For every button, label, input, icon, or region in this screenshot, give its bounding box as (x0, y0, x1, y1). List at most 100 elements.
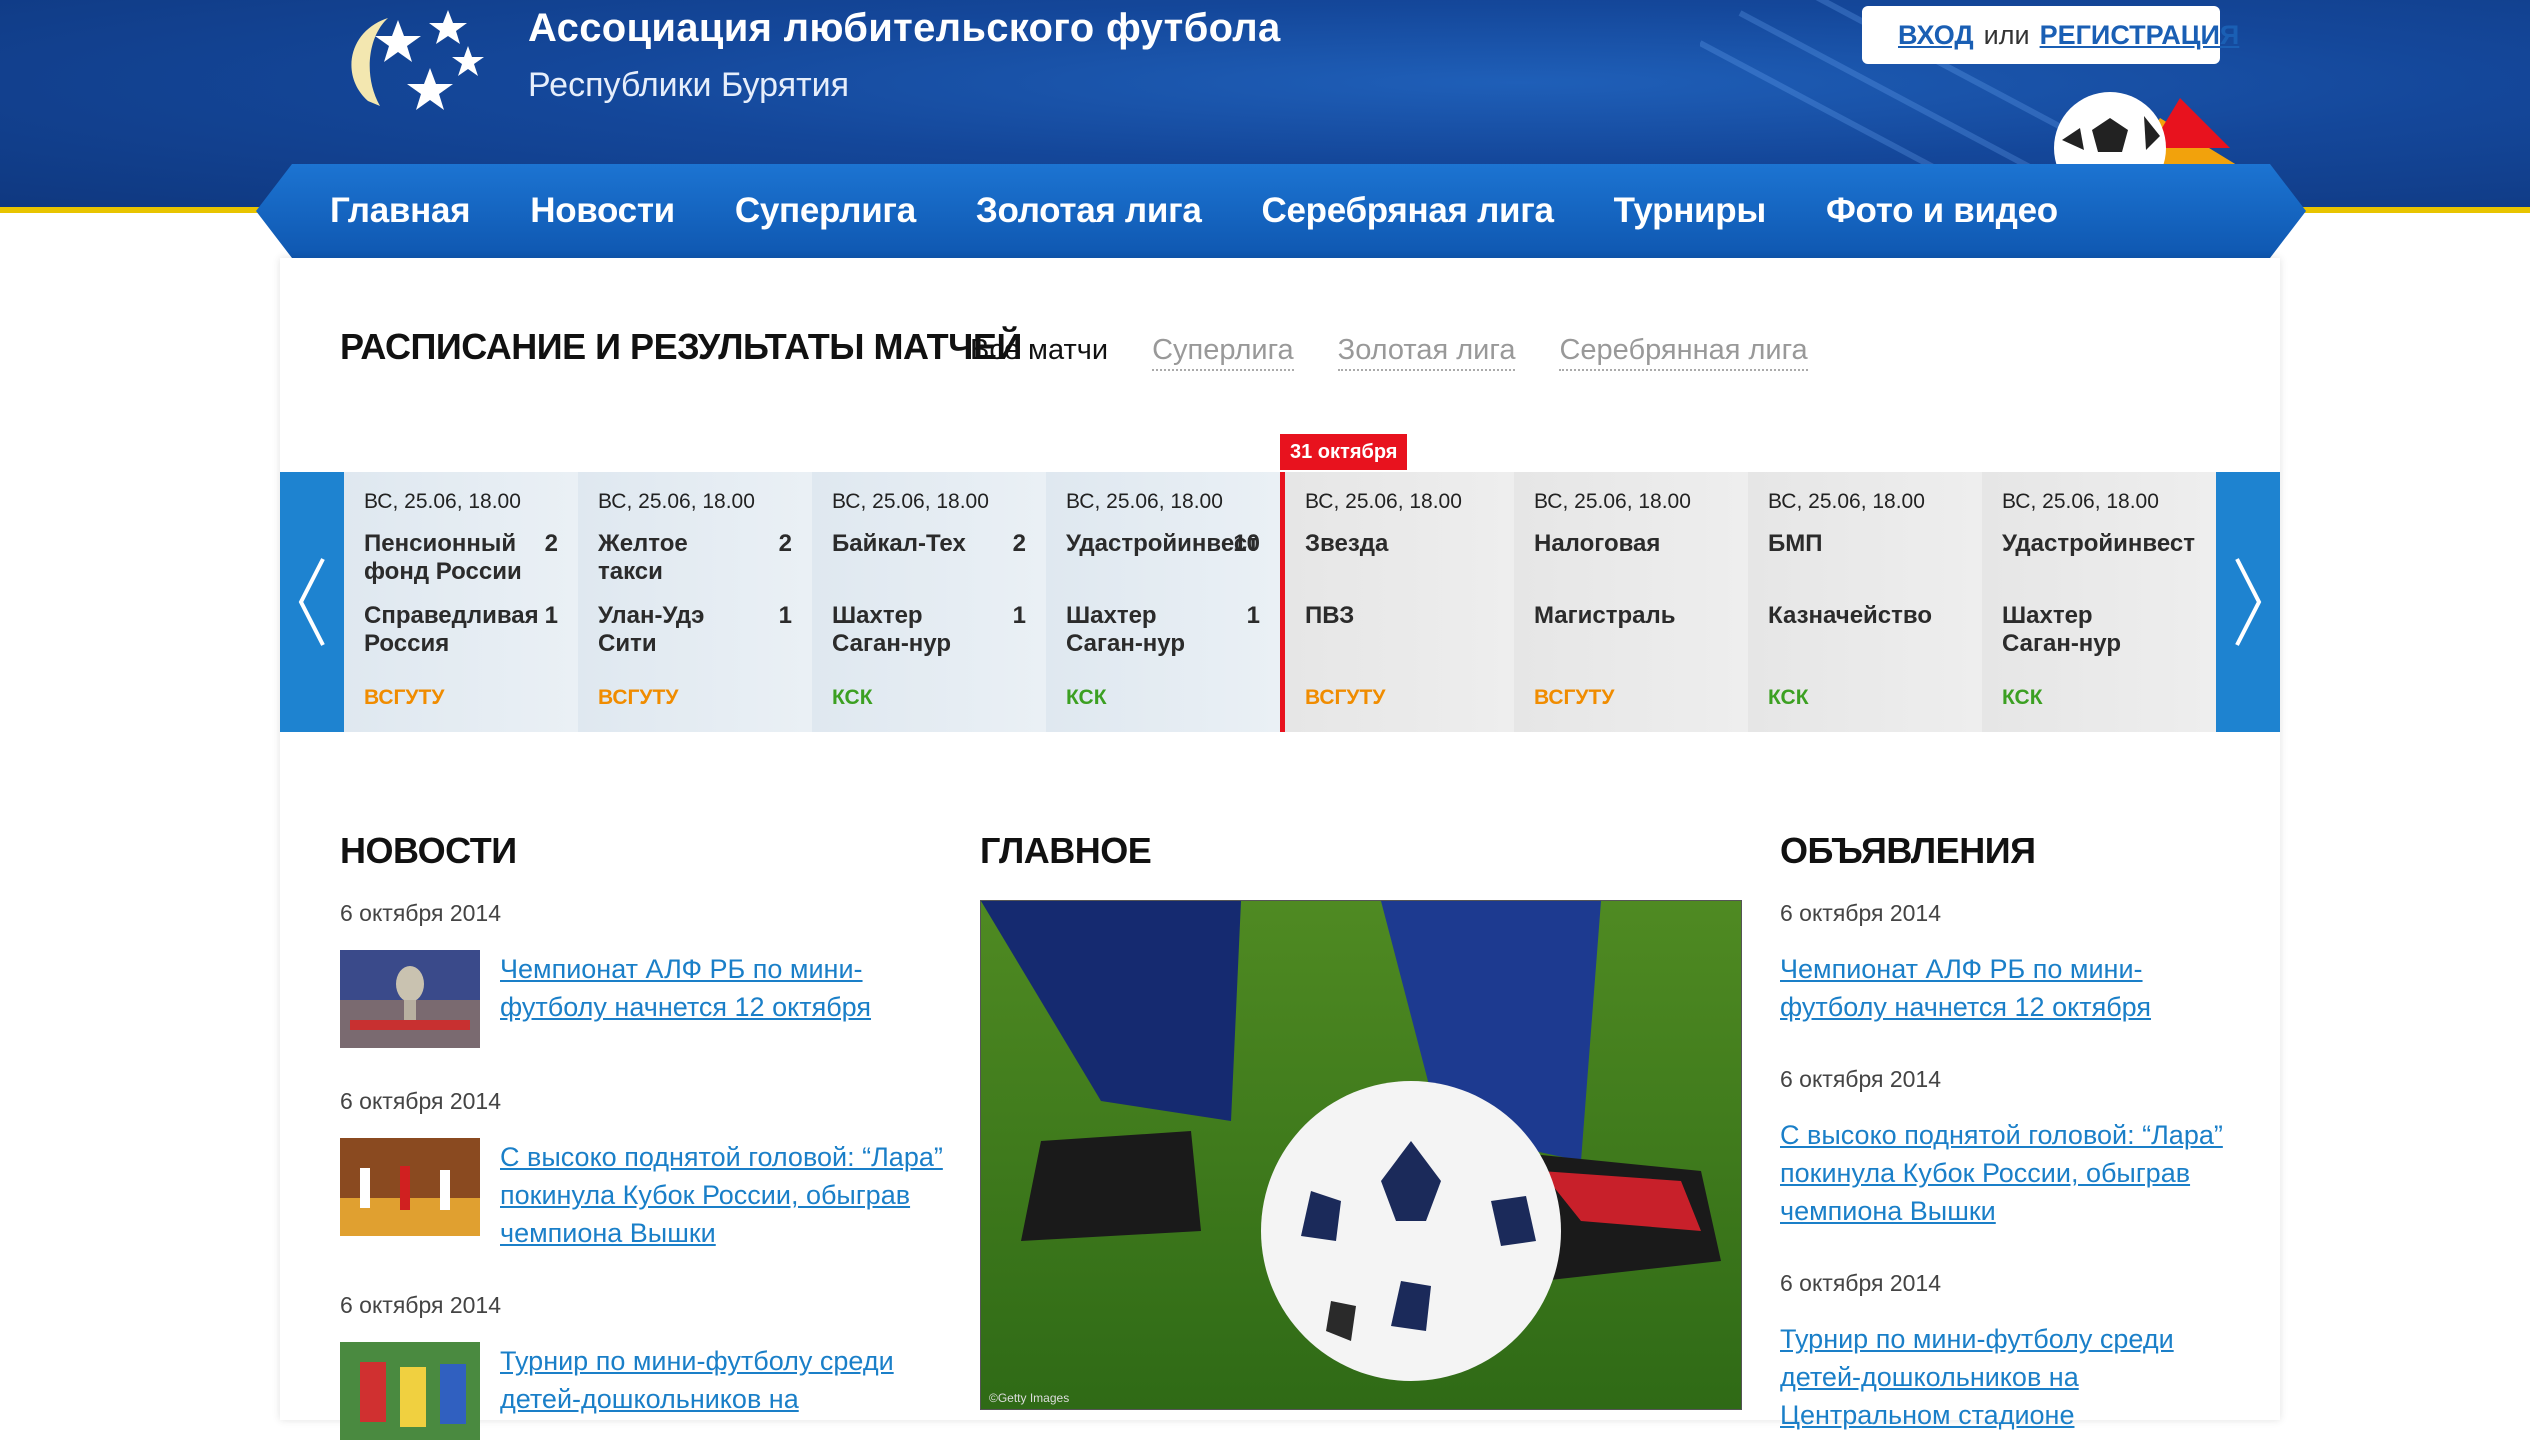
home-team-row: Удастройинвест (2002, 530, 2196, 602)
away-team-row: Улан-Удэ Сити 1 (598, 602, 792, 674)
home-team: БМП (1768, 530, 1823, 557)
match-card[interactable]: ВС, 25.06, 18.00 Пенсионный фонд России 2 С… (344, 472, 578, 732)
football-photo-image (981, 901, 1741, 1409)
match-datetime: ВС, 25.06, 18.00 (598, 490, 755, 513)
home-team-row: Звезда (1305, 530, 1494, 602)
filter-all[interactable]: Все матчи (970, 334, 1108, 371)
home-score: 10 (1233, 530, 1260, 557)
ad-link[interactable]: Турнир по мини-футболу среди детей-дошкол… (1780, 1320, 2174, 1434)
filter-superleague[interactable]: Суперлига (1152, 334, 1294, 371)
login-box: ВХОД или РЕГИСТРАЦИЯ (1862, 6, 2239, 64)
match-venue[interactable]: КСК (1768, 686, 1809, 710)
ad-link[interactable]: С высоко поднятой головой: “Лара” покинул… (1780, 1116, 2223, 1230)
site-title[interactable]: Ассоциация любительского футбола (528, 6, 1281, 51)
news-thumb-trophy[interactable] (340, 950, 480, 1048)
ad-date: 6 октября 2014 (1780, 1270, 1941, 1296)
away-team: Казначейство (1768, 602, 1932, 629)
news-link[interactable]: С высоко поднятой головой: “Лара” покинул… (500, 1138, 943, 1252)
away-team-row: ПВЗ (1305, 602, 1494, 674)
news-date: 6 октября 2014 (340, 1088, 501, 1114)
filter-gold-league[interactable]: Золотая лига (1337, 334, 1516, 371)
home-team: Звезда (1305, 530, 1389, 557)
away-score: 1 (544, 602, 558, 629)
news-date: 6 октября 2014 (340, 1292, 501, 1318)
ad-date: 6 октября 2014 (1780, 900, 1941, 926)
away-team-row: Шахтер Саган-нур (2002, 602, 2196, 674)
home-score: 2 (778, 530, 792, 557)
home-team: Пенсионный фонд России (364, 530, 522, 585)
match-venue[interactable]: КСК (1066, 686, 1107, 710)
match-datetime: ВС, 25.06, 18.00 (1534, 490, 1691, 513)
match-datetime: ВС, 25.06, 18.00 (1305, 490, 1462, 513)
match-venue[interactable]: ВСГУТУ (364, 686, 444, 710)
home-team-row: Байкал-Тех 2 (832, 530, 1026, 602)
away-team: Справедливая Россия (364, 602, 539, 657)
match-venue[interactable]: КСК (832, 686, 873, 710)
matches-carousel: ВС, 25.06, 18.00 Пенсионный фонд России 2 С… (280, 472, 2280, 732)
match-card[interactable]: ВС, 25.06, 18.00 БМП Казначейство КСК (1748, 472, 1982, 732)
home-team: Желтое такси (598, 530, 688, 585)
match-card[interactable]: ВС, 25.06, 18.00 Байкал-Тех 2 Шахтер Саган-… (812, 472, 1046, 732)
match-venue[interactable]: ВСГУТУ (1534, 686, 1614, 710)
away-score: 1 (778, 602, 792, 629)
carousel-next-button[interactable] (2216, 472, 2280, 732)
away-team: Шахтер Саган-нур (2002, 602, 2121, 657)
match-cards: ВС, 25.06, 18.00 Пенсионный фонд России 2 С… (344, 472, 2216, 732)
ads-title: ОБЪЯВЛЕНИЯ (1780, 830, 2036, 871)
away-team: Шахтер Саган-нур (1066, 602, 1185, 657)
match-venue[interactable]: ВСГУТУ (1305, 686, 1385, 710)
away-team: Шахтер Саган-нур (832, 602, 951, 657)
news-thumb-kids[interactable] (340, 1342, 480, 1440)
away-score: 1 (1012, 602, 1026, 629)
match-datetime: ВС, 25.06, 18.00 (1066, 490, 1223, 513)
schedule-title: РАСПИСАНИЕ И РЕЗУЛЬТАТЫ МАТЧЕЙ (340, 326, 1022, 367)
match-card[interactable]: ВС, 25.06, 18.00 Желтое такси 2 Улан-Удэ Си… (578, 472, 812, 732)
ad-date: 6 октября 2014 (1780, 1066, 1941, 1092)
away-team: Улан-Удэ Сити (598, 602, 705, 657)
home-team-row: Удастройинвест 10 (1066, 530, 1260, 602)
schedule-filters: Все матчи Суперлига Золотая лига Серебря… (970, 334, 1808, 371)
news-title: НОВОСТИ (340, 830, 517, 871)
chevron-right-icon (2235, 558, 2262, 646)
chevron-left-icon (298, 558, 325, 646)
news-link[interactable]: Турнир по мини-футболу среди детей-дошкол… (500, 1342, 894, 1418)
match-card[interactable]: ВС, 25.06, 18.00 Звезда ПВЗ ВСГУТУ (1280, 472, 1514, 732)
nav-superleague[interactable]: Суперлига (735, 191, 916, 231)
match-venue[interactable]: КСК (2002, 686, 2043, 710)
away-team-row: Шахтер Саган-нур 1 (1066, 602, 1260, 674)
news-thumb-futsal[interactable] (340, 1138, 480, 1236)
away-team-row: Казначейство (1768, 602, 1962, 674)
match-datetime: ВС, 25.06, 18.00 (2002, 490, 2159, 513)
match-card[interactable]: ВС, 25.06, 18.00 Налоговая Магистраль ВСГУТ… (1514, 472, 1748, 732)
away-team: Магистраль (1534, 602, 1676, 629)
nav-home[interactable]: Главная (330, 191, 471, 231)
home-team-row: Налоговая (1534, 530, 1728, 602)
nav-tournaments[interactable]: Турниры (1614, 191, 1767, 231)
home-score: 2 (1012, 530, 1026, 557)
match-venue[interactable]: ВСГУТУ (598, 686, 678, 710)
filter-silver-league[interactable]: Серебрянная лига (1559, 334, 1808, 371)
carousel-prev-button[interactable] (280, 472, 344, 732)
match-card[interactable]: ВС, 25.06, 18.00 Удастройинвест Шахтер Саг… (1982, 472, 2216, 732)
logo-stars-icon[interactable] (338, 6, 488, 118)
nav-photo-video[interactable]: Фото и видео (1826, 191, 2058, 231)
ball-decoration-icon (2054, 92, 2245, 170)
main-photo[interactable]: ©Getty Images (980, 900, 1742, 1410)
news-link[interactable]: Чемпионат АЛФ РБ по мини-футболу начнетс… (500, 950, 871, 1026)
nav-news[interactable]: Новости (530, 191, 675, 231)
home-team-row: БМП (1768, 530, 1962, 602)
today-badge: 31 октября (1280, 434, 1408, 470)
home-team: Налоговая (1534, 530, 1661, 557)
login-link[interactable]: ВХОД (1898, 20, 1974, 51)
register-link[interactable]: РЕГИСТРАЦИЯ (2040, 20, 2240, 51)
ad-link[interactable]: Чемпионат АЛФ РБ по мини-футболу начнетс… (1780, 950, 2151, 1026)
match-card[interactable]: ВС, 25.06, 18.00 Удастройинвест 10 Шахтер С… (1046, 472, 1280, 732)
main-nav: Главная Новости Суперлига Золотая лига С… (256, 164, 2306, 258)
login-or-text: или (1983, 19, 2030, 50)
home-team-row: Пенсионный фонд России 2 (364, 530, 558, 602)
match-datetime: ВС, 25.06, 18.00 (832, 490, 989, 513)
nav-silver-league[interactable]: Серебряная лига (1262, 191, 1554, 231)
nav-gold-league[interactable]: Золотая лига (976, 191, 1202, 231)
away-team-row: Магистраль (1534, 602, 1728, 674)
away-team: ПВЗ (1305, 602, 1355, 629)
